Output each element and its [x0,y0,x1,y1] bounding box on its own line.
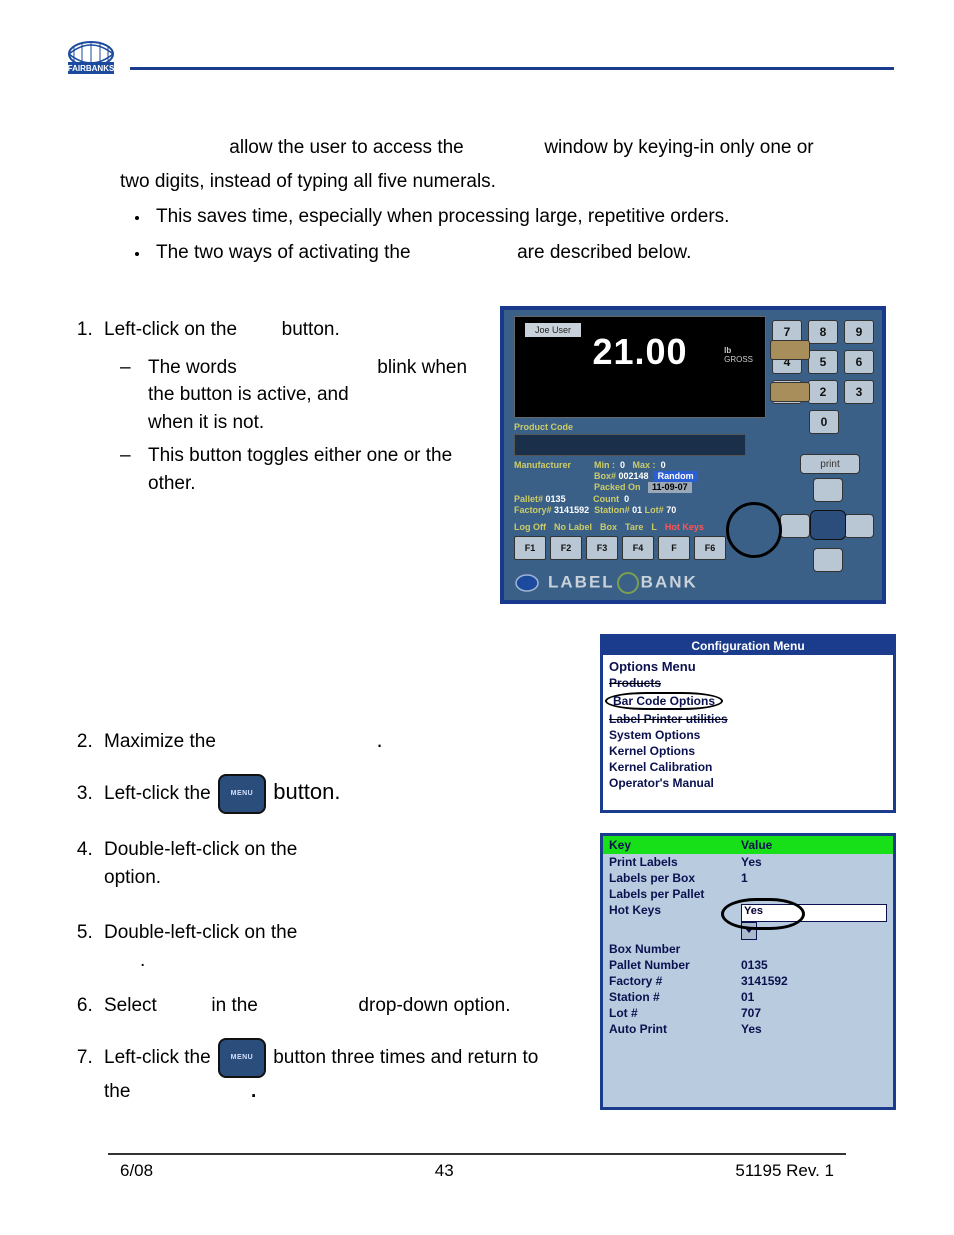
key-8[interactable]: 8 [808,320,838,344]
svg-text:FAIRBANKS: FAIRBANKS [68,64,115,73]
keypad: 789 456 123 0 [772,320,876,440]
f3-key[interactable]: F3 [586,536,618,560]
nav-menu-button[interactable] [810,510,846,540]
chevron-down-icon[interactable] [741,922,757,940]
configuration-menu-screenshot: Configuration Menu Options Menu Products… [600,634,896,813]
page-header: FAIRBANKS [60,40,894,84]
intro-line2: two digits, instead of typing all five n… [120,168,894,196]
nav-right-button[interactable] [844,514,874,538]
user-name: Joe User [525,323,581,337]
cfg-item[interactable]: Kernel Calibration [609,760,887,774]
info-fields: Min : 0 Max : 0 Box# 002148 Random Packe… [594,460,698,492]
intro-block: allow the user to access the window by k… [60,134,894,266]
cfg-title: Configuration Menu [603,637,893,655]
nav-up-button[interactable] [813,478,843,502]
step-1-dash-1: The words blink when the button is activ… [120,354,480,437]
product-code-label: Product Code [514,422,573,432]
step-7: Left-click the button three times and re… [98,1038,560,1106]
aux-button-1[interactable] [770,340,810,360]
fkey-row: F1 F2 F3 F4 F F6 [514,536,726,560]
f6-key[interactable]: F6 [694,536,726,560]
step-1-dash-2: This button toggles either one or the ot… [120,442,480,497]
footer-right: 51195 Rev. 1 [735,1161,834,1181]
key-5[interactable]: 5 [808,350,838,374]
nav-pad [780,478,874,572]
f5-key[interactable]: F [658,536,690,560]
fairbanks-logo-icon: FAIRBANKS [60,40,122,84]
kv-key-header: Key [603,836,735,854]
brand-logo-icon [514,573,540,593]
bottom-labels: Log OffNo LabelBoxTareLHot Keys [514,522,712,532]
step-3: Left-click the button. [98,774,560,814]
nav-down-button[interactable] [813,548,843,572]
key-0[interactable]: 0 [809,410,839,434]
footer-center: 43 [435,1161,454,1181]
manufacturer-label: Manufacturer [514,460,571,470]
footer-left: 6/08 [120,1161,153,1181]
aux-button-2[interactable] [770,382,810,402]
key-9[interactable]: 9 [844,320,874,344]
step-1: Left-click on the button. The words blin… [98,316,480,497]
cfg-item[interactable]: Label Printer utilities [609,712,887,726]
step-5: Double-left-click on the . [98,919,560,974]
key-2[interactable]: 2 [808,380,838,404]
cfg-item[interactable]: Products [609,676,887,690]
product-code-input[interactable] [514,434,746,456]
intro-line1a: allow the user to access the [229,137,463,158]
step-4: Double-left-click on the option. [98,836,560,891]
step-6: Select in the drop-down option. [98,992,560,1020]
hotkeys-select[interactable]: Yes [735,902,893,941]
nav-left-button[interactable] [780,514,810,538]
f2-key[interactable]: F2 [550,536,582,560]
brand-bar: LABELBANK [514,572,698,594]
header-rule [130,67,894,70]
key-3[interactable]: 3 [844,380,874,404]
footer-rule [108,1153,846,1155]
intro-bullet-2: The two ways of activating the are descr… [150,239,894,267]
device-screenshot: Joe User 21.00 lb GROSS 789 456 123 0 Pr… [500,306,886,604]
page-footer: 6/08 43 51195 Rev. 1 [60,1161,894,1211]
f4-key[interactable]: F4 [622,536,654,560]
callout-circle-icon [726,502,782,558]
cfg-item[interactable]: Operator's Manual [609,776,887,790]
options-table-screenshot: Key Value Print LabelsYes Labels per Box… [600,833,896,1110]
pallet-info: Pallet# 0135 Count 0 Factory# 3141592 St… [514,494,676,517]
cfg-heading: Options Menu [609,659,887,674]
cfg-item-barcode[interactable]: Bar Code Options [609,692,887,710]
cfg-item[interactable]: Kernel Options [609,744,887,758]
weight-display: Joe User 21.00 lb GROSS [514,316,766,418]
f1-key[interactable]: F1 [514,536,546,560]
menu-button-icon[interactable] [218,774,266,814]
print-button[interactable]: print [800,454,860,474]
step-2: Maximize the . [98,724,560,756]
kv-value-header: Value [735,836,778,854]
intro-line1b: window by keying-in only one or [544,137,813,158]
intro-bullet-1: This saves time, especially when process… [150,203,894,231]
key-6[interactable]: 6 [844,350,874,374]
menu-button-icon[interactable] [218,1038,266,1078]
cfg-item[interactable]: System Options [609,728,887,742]
